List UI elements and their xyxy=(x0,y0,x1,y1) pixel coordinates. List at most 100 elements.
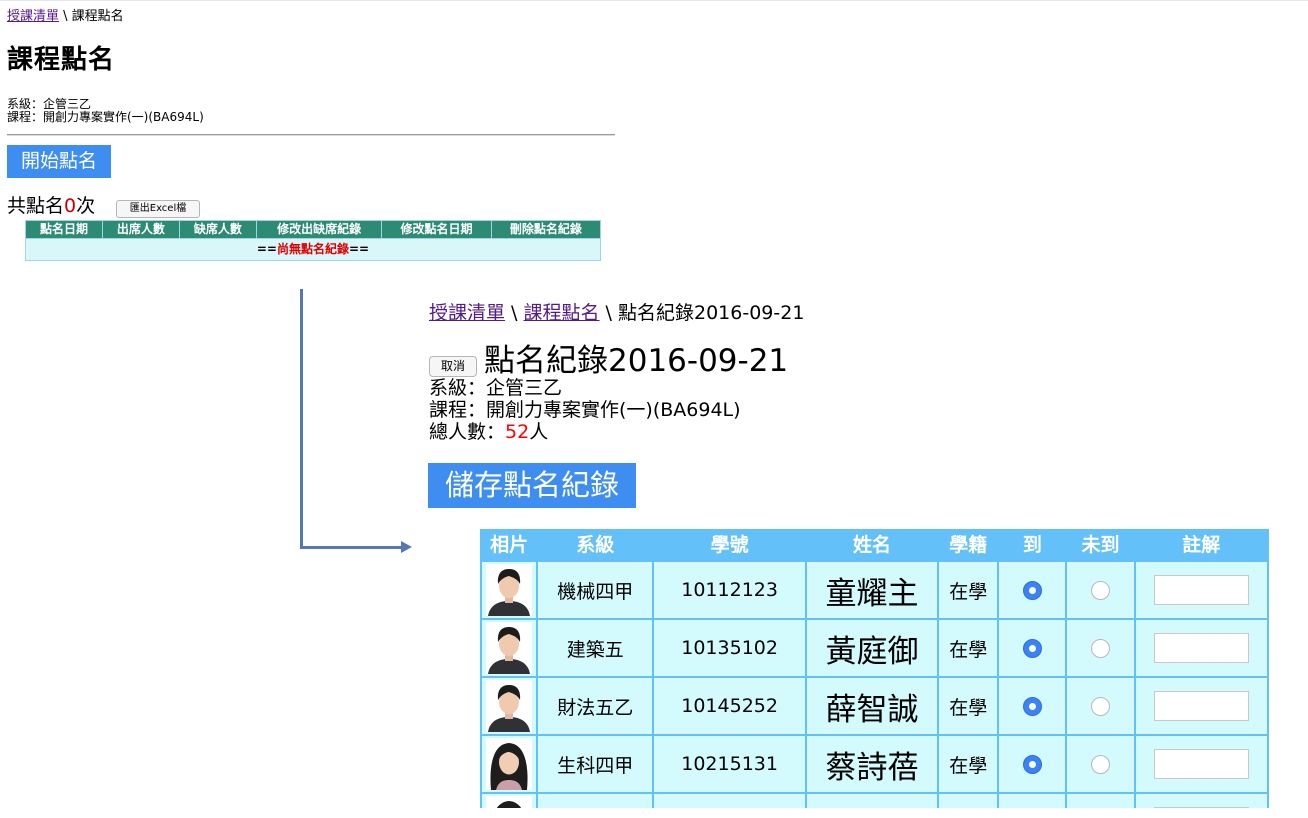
absent-radio[interactable] xyxy=(1091,697,1111,716)
male-student-photo xyxy=(486,564,533,616)
present-radio[interactable] xyxy=(1022,697,1042,716)
arrow-right-icon xyxy=(401,541,412,553)
student-dept: 機械四甲 xyxy=(536,560,655,620)
breadcrumb-separator: \ xyxy=(59,9,72,24)
breadcrumb: 授課清單 \ 課程點名 xyxy=(7,9,124,25)
dept-line: 系級：企管三乙 xyxy=(429,377,563,399)
flow-arrow-line xyxy=(300,289,303,548)
export-excel-button[interactable]: 匯出Excel檔 xyxy=(116,200,200,218)
student-dept: 建築五 xyxy=(536,618,655,678)
student-name: 童耀主 xyxy=(804,560,940,620)
student-dept: 財法五乙 xyxy=(536,676,655,736)
table-header-row: 點名日期 出席人數 缺席人數 修改出缺席紀錄 修改點名日期 刪除點名紀錄 xyxy=(25,220,602,239)
present-radio[interactable] xyxy=(1022,755,1042,774)
student-status: 在學 xyxy=(937,560,1000,620)
column-header: 點名日期 xyxy=(25,220,103,239)
photo-cell xyxy=(480,560,539,620)
female-student-photo xyxy=(486,796,533,808)
record-title: 點名紀錄2016-09-21 xyxy=(484,343,789,379)
breadcrumb-link-course-list[interactable]: 授課清單 xyxy=(429,302,505,324)
student-list-viewport: 相片 系級 學號 姓名 學籍 到 未到 註解 機械四甲 10112123 童耀主 在學… xyxy=(480,529,1270,808)
breadcrumb-link-course-list[interactable]: 授課清單 xyxy=(7,9,59,24)
note-cell xyxy=(1133,792,1270,808)
divider xyxy=(7,134,615,136)
column-header: 修改出缺席紀錄 xyxy=(255,220,383,239)
absent-radio[interactable] xyxy=(1091,639,1111,658)
student-dept: 生科四甲 xyxy=(536,734,655,794)
breadcrumb-current: 點名紀錄2016-09-21 xyxy=(618,302,805,324)
column-header: 出席人數 xyxy=(101,220,180,239)
column-header: 缺席人數 xyxy=(178,220,257,239)
photo-cell xyxy=(480,734,539,794)
student-id: 10112123 xyxy=(652,560,807,620)
column-header-absent: 未到 xyxy=(1065,529,1136,562)
student-name: 蔡詩蓓 xyxy=(804,734,940,794)
absent-cell xyxy=(1065,560,1136,620)
column-header-status: 學籍 xyxy=(937,529,1000,562)
note-cell xyxy=(1133,734,1270,794)
column-header: 刪除點名紀錄 xyxy=(490,220,602,239)
note-input[interactable] xyxy=(1153,633,1249,663)
note-input[interactable] xyxy=(1153,575,1249,605)
photo-cell xyxy=(480,792,539,808)
absent-radio[interactable] xyxy=(1091,755,1111,774)
male-student-photo xyxy=(486,622,533,674)
top-border xyxy=(0,0,1308,1)
student-status: 在學 xyxy=(937,618,1000,678)
total-students: 總人數：52人 xyxy=(429,421,549,443)
student-id: 10215131 xyxy=(652,734,807,794)
female-student-photo xyxy=(486,738,533,790)
note-cell xyxy=(1133,676,1270,736)
note-input[interactable] xyxy=(1153,691,1249,721)
note-cell xyxy=(1133,618,1270,678)
present-cell xyxy=(997,734,1068,794)
column-header-present: 到 xyxy=(997,529,1068,562)
column-header-photo: 相片 xyxy=(480,529,539,562)
breadcrumb: 授課清單 \ 課程點名 \ 點名紀錄2016-09-21 xyxy=(429,300,804,326)
column-header-dept: 系級 xyxy=(536,529,655,562)
note-input[interactable] xyxy=(1153,749,1249,779)
cancel-button[interactable]: 取消 xyxy=(429,356,477,377)
present-cell xyxy=(997,560,1068,620)
column-header-name: 姓名 xyxy=(804,529,940,562)
absent-cell xyxy=(1065,734,1136,794)
student-status: 在學 xyxy=(937,734,1000,794)
flow-arrow-line xyxy=(300,546,402,549)
student-id: 10145252 xyxy=(652,676,807,736)
column-header-note: 註解 xyxy=(1133,529,1270,562)
count-number: 0 xyxy=(64,195,77,217)
student-name: 薛智誠 xyxy=(804,676,940,736)
roll-call-count: 共點名0次 xyxy=(7,193,95,219)
photo-cell xyxy=(480,676,539,736)
student-row: 建築五 10135102 黃庭御 在學 xyxy=(480,618,1270,678)
course-line: 課程：開創力專案實作(一)(BA694L) xyxy=(7,110,204,124)
absent-radio[interactable] xyxy=(1091,581,1111,600)
roll-call-record-table: 點名日期 出席人數 缺席人數 修改出缺席紀錄 修改點名日期 刪除點名紀錄 ==尚… xyxy=(25,220,602,261)
breadcrumb-link-roll-call[interactable]: 課程點名 xyxy=(524,302,600,324)
count-prefix: 共點名 xyxy=(7,195,65,217)
column-header: 修改點名日期 xyxy=(381,220,492,239)
present-radio[interactable] xyxy=(1022,639,1042,658)
breadcrumb-separator: \ xyxy=(505,302,524,324)
student-attendance-table: 相片 系級 學號 姓名 學籍 到 未到 註解 機械四甲 10112123 童耀主 在學… xyxy=(480,529,1270,808)
course-line: 課程：開創力專案實作(一)(BA694L) xyxy=(429,399,741,421)
table-header-row: 相片 系級 學號 姓名 學籍 到 未到 註解 xyxy=(480,529,1270,562)
student-id: 10135102 xyxy=(652,618,807,678)
save-roll-call-button[interactable]: 儲存點名紀錄 xyxy=(428,463,636,508)
student-row: 財法五乙 10145252 薛智誠 在學 xyxy=(480,676,1270,736)
empty-records-message: ==尚無點名紀錄== xyxy=(25,238,601,261)
photo-cell xyxy=(480,618,539,678)
start-roll-call-button[interactable]: 開始點名 xyxy=(7,145,111,178)
table-row: ==尚無點名紀錄== xyxy=(25,238,601,261)
note-cell xyxy=(1133,560,1270,620)
student-name: 黃庭御 xyxy=(804,618,940,678)
record-info: 系級：企管三乙 課程：開創力專案實作(一)(BA694L) 總人數：52人 xyxy=(429,377,741,443)
column-header-student-id: 學號 xyxy=(652,529,807,562)
male-student-photo xyxy=(486,680,533,732)
note-input[interactable] xyxy=(1153,807,1249,808)
student-row xyxy=(480,792,1270,808)
breadcrumb-separator: \ xyxy=(599,302,618,324)
present-cell xyxy=(997,676,1068,736)
total-number: 52 xyxy=(505,421,530,443)
present-radio[interactable] xyxy=(1022,581,1042,600)
